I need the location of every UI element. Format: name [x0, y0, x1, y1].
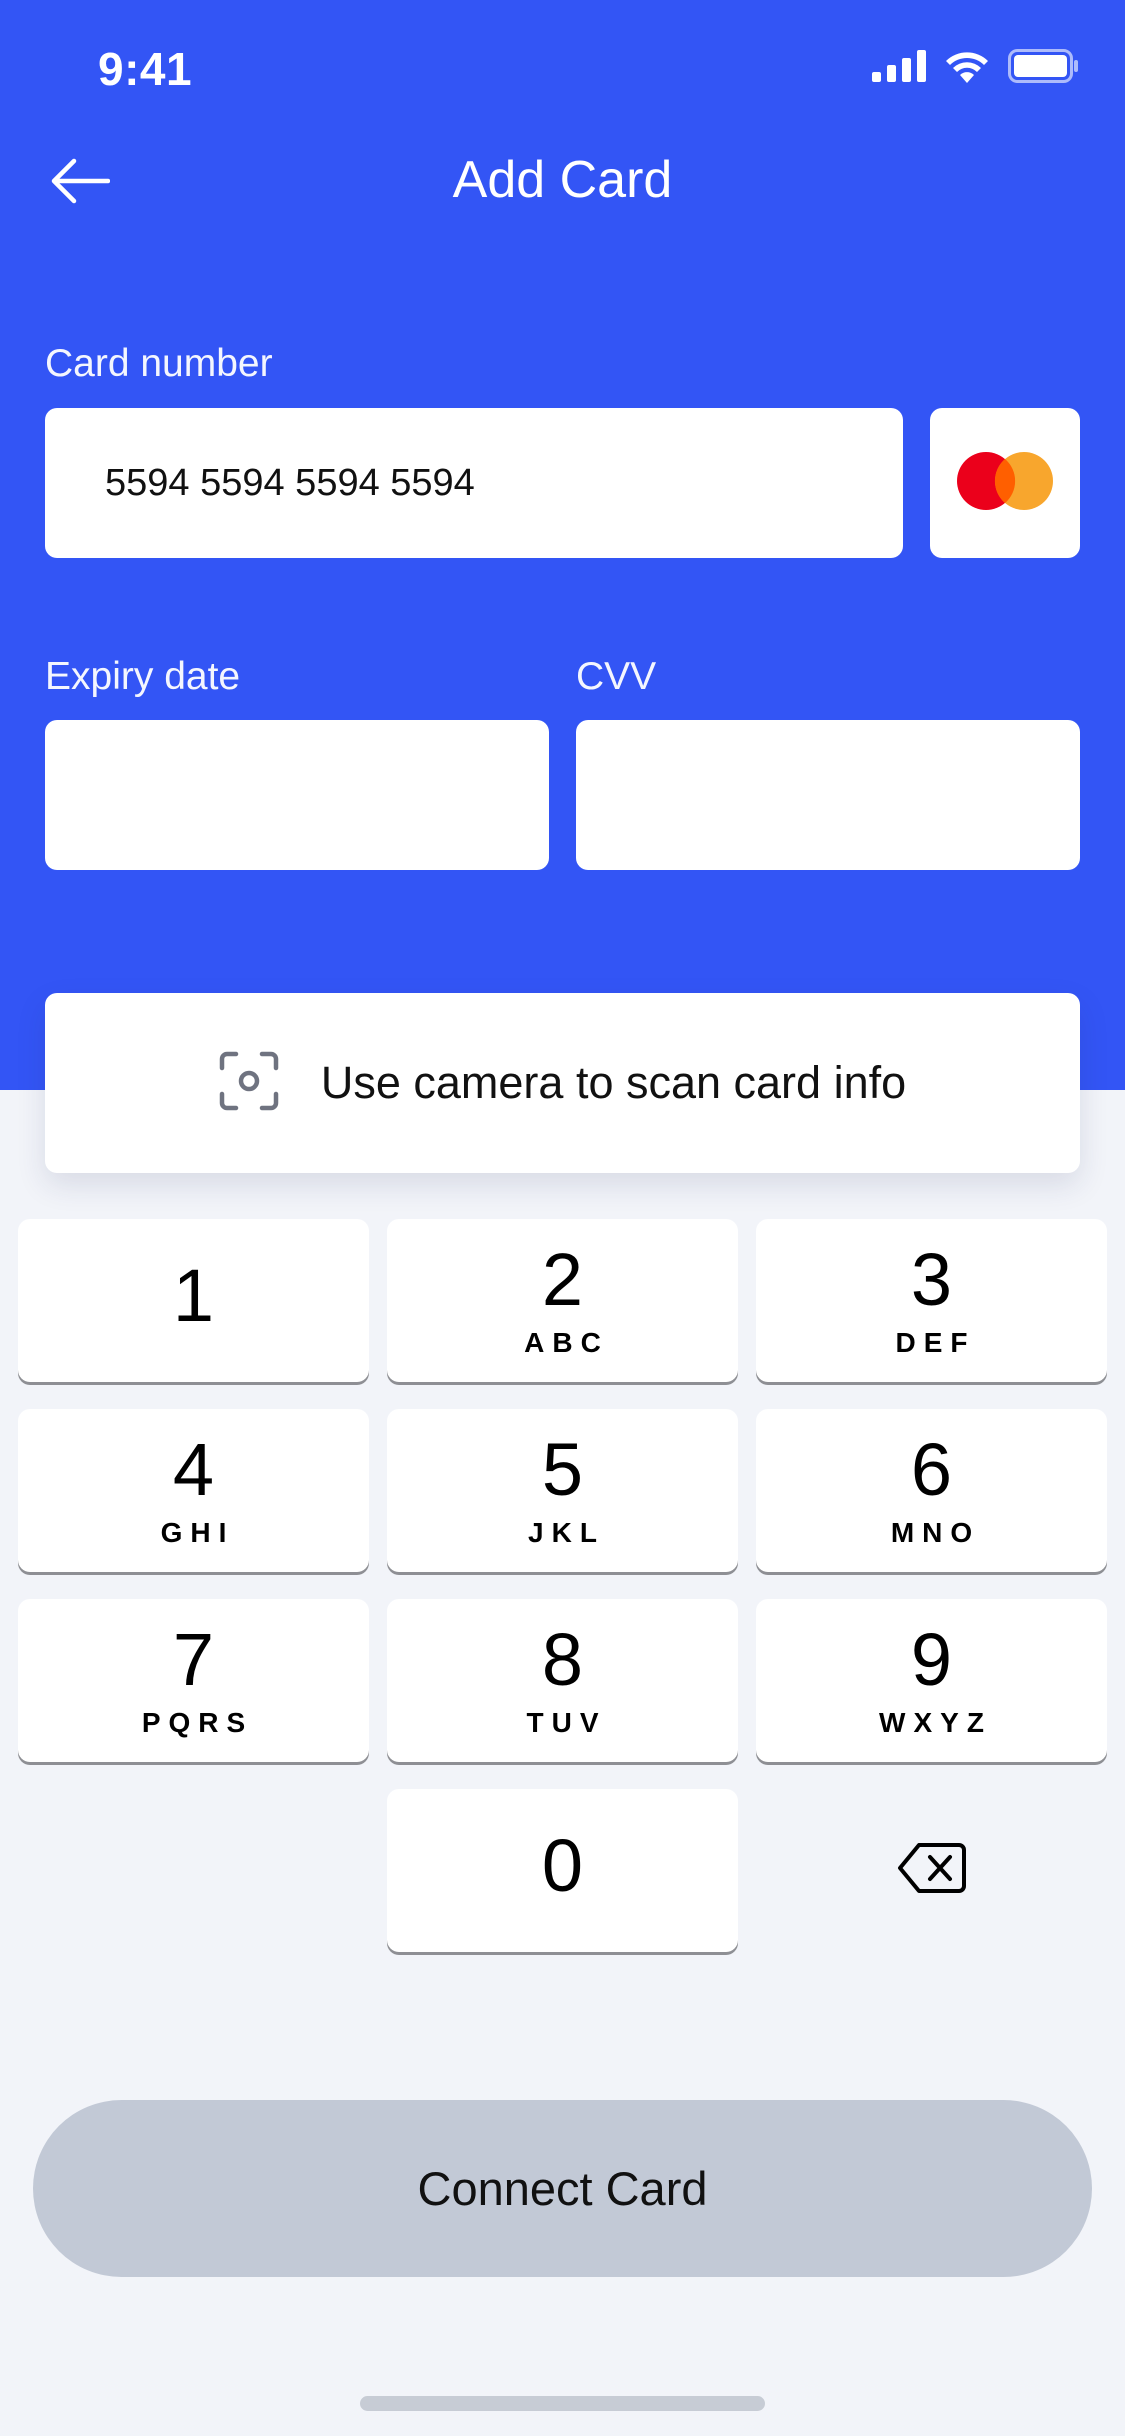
key-letters: JKL: [528, 1516, 605, 1548]
key-letters: WXYZ: [879, 1706, 992, 1738]
key-digit: 3: [910, 1237, 953, 1321]
card-number-label: Card number: [45, 342, 273, 385]
delete-key[interactable]: [756, 1789, 1107, 1952]
wifi-icon: [944, 49, 990, 88]
key-letters: ABC: [524, 1326, 609, 1358]
key-letters: PQRS: [141, 1706, 254, 1738]
key-digit: 4: [172, 1427, 215, 1511]
scan-card-label: Use camera to scan card info: [320, 1057, 907, 1108]
key-digit: 5: [541, 1427, 584, 1511]
key-1[interactable]: 1: [18, 1219, 369, 1382]
key-5[interactable]: 5 JKL: [387, 1409, 738, 1572]
key-blank: [18, 1789, 369, 1952]
key-0[interactable]: 0: [387, 1789, 738, 1952]
key-7[interactable]: 7 PQRS: [18, 1599, 369, 1762]
key-digit: 7: [172, 1617, 215, 1701]
key-digit: 0: [541, 1823, 584, 1907]
key-digit: 1: [172, 1253, 215, 1337]
key-digit: 2: [541, 1237, 584, 1321]
key-letters: DEF: [895, 1326, 976, 1358]
card-brand-badge: [930, 408, 1080, 558]
cvv-input[interactable]: [576, 720, 1080, 870]
home-indicator: [360, 2396, 765, 2411]
status-time: 9:41: [98, 43, 193, 95]
connect-card-button[interactable]: Connect Card: [33, 2100, 1092, 2277]
scan-card-button[interactable]: Use camera to scan card info: [45, 993, 1080, 1173]
key-digit: 9: [910, 1617, 953, 1701]
cvv-label: CVV: [576, 655, 657, 698]
key-digit: 6: [910, 1427, 953, 1511]
key-letters: TUV: [526, 1706, 607, 1738]
status-icons: [872, 48, 1080, 88]
camera-scan-icon: [219, 1051, 279, 1116]
key-digit: 8: [541, 1617, 584, 1701]
battery-icon: [1008, 48, 1080, 88]
key-8[interactable]: 8 TUV: [387, 1599, 738, 1762]
backspace-icon: [897, 1842, 967, 1899]
key-letters: MNO: [890, 1516, 981, 1548]
numeric-keypad: 1 2 ABC 3 DEF 4 GHI 5 JKL 6 MNO 7 PQRS 8…: [18, 1219, 1107, 1952]
add-card-screen: 9:41 Add Card Card number 5594 5594 5594…: [0, 0, 1125, 2436]
mastercard-icon: [955, 450, 1055, 517]
key-9[interactable]: 9 WXYZ: [756, 1599, 1107, 1762]
key-2[interactable]: 2 ABC: [387, 1219, 738, 1382]
key-6[interactable]: 6 MNO: [756, 1409, 1107, 1572]
key-3[interactable]: 3 DEF: [756, 1219, 1107, 1382]
expiry-date-label: Expiry date: [45, 655, 241, 698]
page-title: Add Card: [452, 151, 673, 209]
expiry-date-input[interactable]: [45, 720, 549, 870]
key-4[interactable]: 4 GHI: [18, 1409, 369, 1572]
cellular-signal-icon: [872, 49, 926, 87]
key-letters: GHI: [160, 1516, 235, 1548]
card-number-input[interactable]: [45, 408, 903, 558]
